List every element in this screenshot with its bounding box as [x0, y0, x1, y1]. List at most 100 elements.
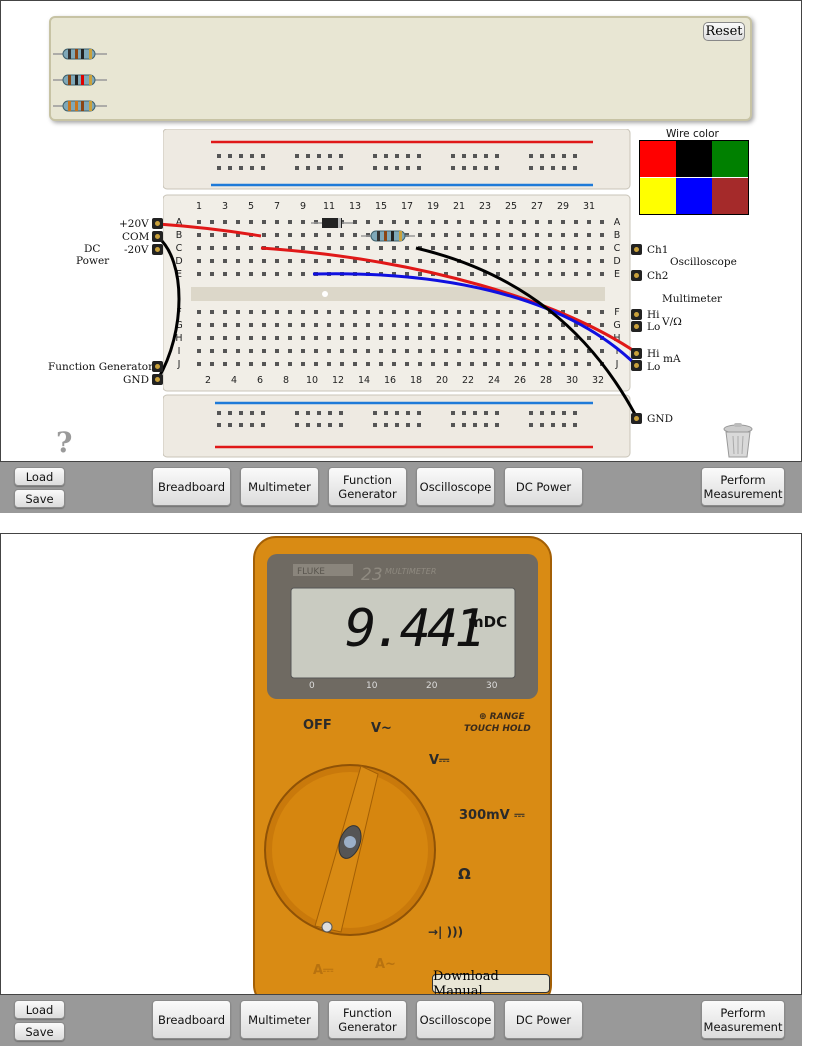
breadboard-hole[interactable]	[210, 259, 214, 263]
breadboard-hole[interactable]	[197, 349, 201, 353]
breadboard-hole[interactable]	[395, 423, 399, 427]
breadboard-hole[interactable]	[484, 423, 488, 427]
breadboard-hole[interactable]	[210, 323, 214, 327]
breadboard-hole[interactable]	[431, 259, 435, 263]
breadboard-hole[interactable]	[262, 246, 266, 250]
breadboard-hole[interactable]	[314, 233, 318, 237]
dc-power-button[interactable]: DC Power	[504, 467, 583, 506]
breadboard-hole[interactable]	[228, 154, 232, 158]
breadboard-hole[interactable]	[392, 336, 396, 340]
breadboard-hole[interactable]	[561, 233, 565, 237]
breadboard-hole[interactable]	[551, 154, 555, 158]
breadboard-hole[interactable]	[217, 411, 221, 415]
breadboard-hole[interactable]	[483, 272, 487, 276]
breadboard-hole[interactable]	[275, 336, 279, 340]
breadboard-hole[interactable]	[262, 336, 266, 340]
breadboard-hole[interactable]	[587, 323, 591, 327]
lo-ma-jack[interactable]	[631, 360, 642, 371]
breadboard-hole[interactable]	[431, 233, 435, 237]
breadboard-hole[interactable]	[366, 349, 370, 353]
breadboard-hole[interactable]	[223, 220, 227, 224]
breadboard-hole[interactable]	[340, 272, 344, 276]
breadboard-hole[interactable]	[483, 310, 487, 314]
breadboard-hole[interactable]	[392, 310, 396, 314]
breadboard-hole[interactable]	[562, 166, 566, 170]
breadboard-hole[interactable]	[223, 233, 227, 237]
breadboard-hole[interactable]	[551, 166, 555, 170]
breadboard-hole[interactable]	[535, 259, 539, 263]
breadboard-hole[interactable]	[210, 233, 214, 237]
breadboard-hole[interactable]	[301, 259, 305, 263]
breadboard-hole[interactable]	[262, 259, 266, 263]
breadboard-hole[interactable]	[573, 154, 577, 158]
breadboard-hole[interactable]	[295, 166, 299, 170]
breadboard-hole[interactable]	[301, 310, 305, 314]
breadboard-hole[interactable]	[301, 233, 305, 237]
breadboard-hole[interactable]	[327, 349, 331, 353]
breadboard-hole[interactable]	[236, 349, 240, 353]
breadboard-hole[interactable]	[314, 310, 318, 314]
perform-measurement-button[interactable]: Perform Measurement	[701, 1000, 785, 1039]
breadboard-hole[interactable]	[509, 220, 513, 224]
breadboard-hole[interactable]	[353, 233, 357, 237]
breadboard-hole[interactable]	[496, 336, 500, 340]
trash-icon[interactable]	[721, 423, 755, 459]
breadboard-hole[interactable]	[462, 423, 466, 427]
breadboard-hole[interactable]	[366, 310, 370, 314]
breadboard-hole[interactable]	[384, 166, 388, 170]
breadboard-hole[interactable]	[406, 423, 410, 427]
breadboard-hole[interactable]	[327, 246, 331, 250]
breadboard-hole[interactable]	[548, 310, 552, 314]
breadboard-hole[interactable]	[462, 411, 466, 415]
breadboard-hole[interactable]	[379, 362, 383, 366]
breadboard-hole[interactable]	[223, 362, 227, 366]
breadboard-hole[interactable]	[405, 362, 409, 366]
breadboard-hole[interactable]	[470, 272, 474, 276]
breadboard-hole[interactable]	[317, 166, 321, 170]
breadboard-hole[interactable]	[548, 349, 552, 353]
breadboard-hole[interactable]	[353, 323, 357, 327]
breadboard-hole[interactable]	[600, 336, 604, 340]
breadboard-hole[interactable]	[600, 323, 604, 327]
breadboard-hole[interactable]	[509, 272, 513, 276]
breadboard-hole[interactable]	[473, 411, 477, 415]
breadboard-hole[interactable]	[339, 166, 343, 170]
breadboard-hole[interactable]	[353, 349, 357, 353]
plus20v-jack[interactable]	[152, 218, 163, 229]
breadboard-hole[interactable]	[262, 272, 266, 276]
breadboard-hole[interactable]	[535, 220, 539, 224]
multimeter-button[interactable]: Multimeter	[240, 1000, 319, 1039]
breadboard-hole[interactable]	[470, 362, 474, 366]
breadboard-hole[interactable]	[548, 246, 552, 250]
breadboard-hole[interactable]	[339, 411, 343, 415]
breadboard-hole[interactable]	[236, 336, 240, 340]
breadboard-hole[interactable]	[509, 362, 513, 366]
breadboard-hole[interactable]	[444, 323, 448, 327]
breadboard-hole[interactable]	[261, 423, 265, 427]
breadboard-hole[interactable]	[574, 220, 578, 224]
breadboard-hole[interactable]	[574, 272, 578, 276]
breadboard-hole[interactable]	[262, 310, 266, 314]
breadboard-hole[interactable]	[573, 411, 577, 415]
breadboard-hole[interactable]	[574, 233, 578, 237]
fg-signal-jack[interactable]	[152, 361, 163, 372]
breadboard-hole[interactable]	[418, 310, 422, 314]
breadboard-hole[interactable]	[327, 323, 331, 327]
load-button[interactable]: Load	[14, 467, 65, 486]
breadboard-hole[interactable]	[529, 423, 533, 427]
breadboard-hole[interactable]	[587, 336, 591, 340]
breadboard-hole[interactable]	[529, 166, 533, 170]
breadboard-hole[interactable]	[600, 246, 604, 250]
breadboard-hole[interactable]	[217, 166, 221, 170]
breadboard-hole[interactable]	[249, 272, 253, 276]
breadboard-hole[interactable]	[431, 246, 435, 250]
breadboard-hole[interactable]	[249, 310, 253, 314]
breadboard-hole[interactable]	[587, 233, 591, 237]
breadboard-hole[interactable]	[457, 310, 461, 314]
breadboard-hole[interactable]	[249, 323, 253, 327]
breadboard-hole[interactable]	[600, 310, 604, 314]
breadboard-hole[interactable]	[197, 246, 201, 250]
breadboard-hole[interactable]	[457, 220, 461, 224]
help-icon[interactable]: ?	[56, 426, 72, 459]
breadboard-hole[interactable]	[379, 336, 383, 340]
